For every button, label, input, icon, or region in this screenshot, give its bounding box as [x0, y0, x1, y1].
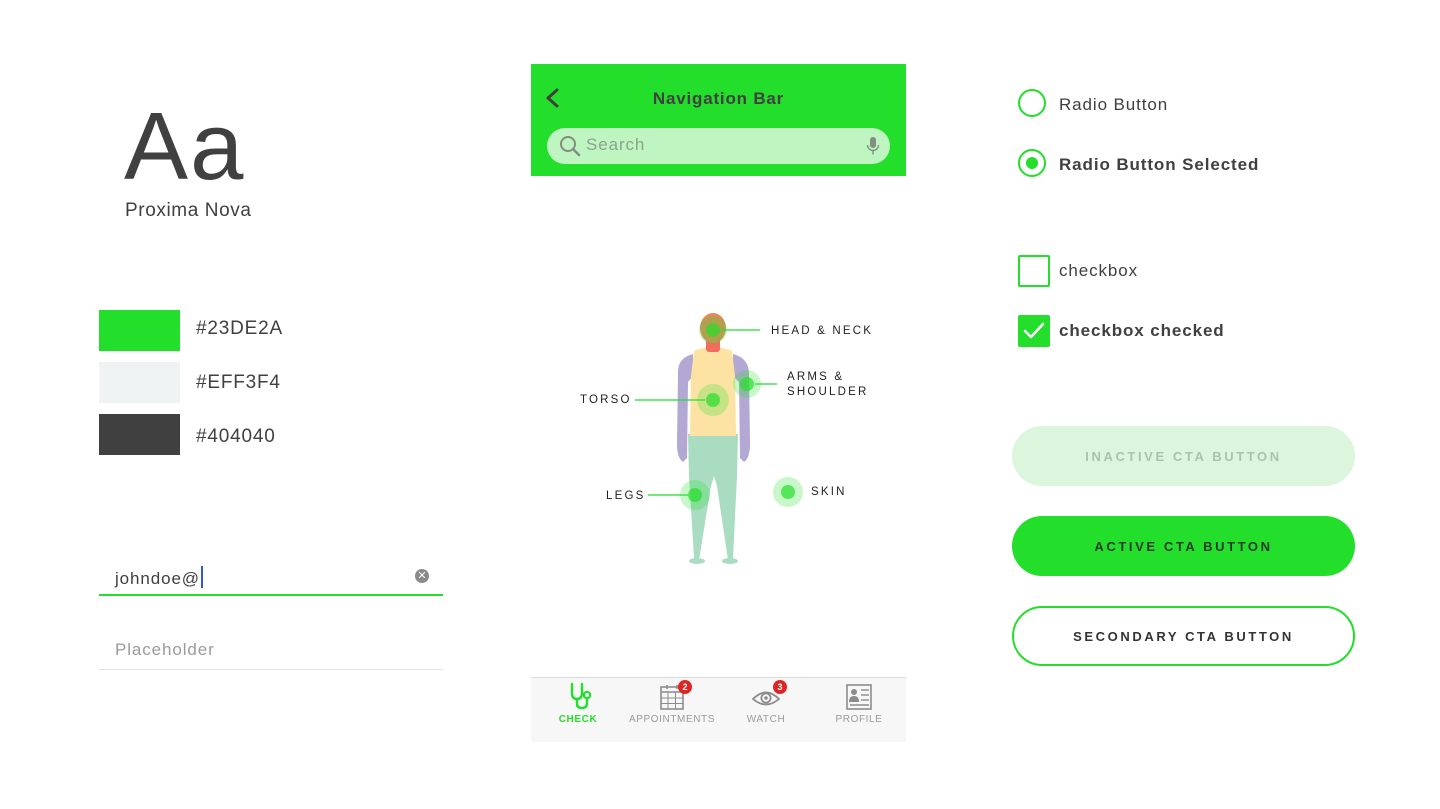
swatch-light — [99, 362, 180, 403]
tab-appointments-label: APPOINTMENTS — [628, 714, 716, 725]
swatch-label-green: #23DE2A — [196, 318, 283, 339]
text-caret — [200, 566, 203, 588]
email-field-value-wrap[interactable]: johndoe@ — [115, 566, 203, 589]
checkbox[interactable] — [1018, 255, 1050, 287]
callout-arms[interactable]: ARMS & SHOULDER — [787, 370, 869, 400]
placeholder-field[interactable] — [99, 636, 443, 670]
profile-card-icon — [846, 684, 872, 710]
typography-sample: Aa — [124, 93, 246, 200]
search-input[interactable] — [586, 135, 856, 155]
search-bar[interactable] — [547, 128, 890, 164]
tab-bar: CHECK 2 APPOINTMENTS 3 WATCH PROFILE — [531, 677, 906, 742]
body-hotspots — [635, 316, 803, 510]
field-underline — [99, 669, 443, 670]
email-field-value: johndoe@ — [115, 569, 200, 588]
callout-head-neck[interactable]: HEAD & NECK — [771, 324, 873, 339]
microphone-icon[interactable] — [866, 136, 880, 156]
callout-skin[interactable]: SKIN — [811, 485, 847, 500]
checkbox-checked[interactable] — [1018, 315, 1050, 347]
swatch-dark — [99, 414, 180, 455]
callout-arms-line1: ARMS & — [787, 371, 845, 383]
checkmark-icon — [1023, 322, 1045, 339]
tab-watch[interactable]: 3 WATCH — [719, 678, 813, 742]
field-underline-active — [99, 594, 443, 596]
body-map: HEAD & NECK ARMS & SHOULDER TORSO LEGS S… — [531, 176, 906, 677]
font-name: Proxima Nova — [125, 200, 252, 221]
radio-button[interactable] — [1018, 89, 1046, 117]
appointments-badge: 2 — [678, 680, 692, 694]
callout-arms-line2: SHOULDER — [787, 386, 869, 398]
callout-torso[interactable]: TORSO — [580, 393, 632, 408]
navigation-bar: Navigation Bar — [531, 64, 906, 176]
swatch-label-light: #EFF3F4 — [196, 372, 281, 393]
active-cta-button[interactable]: ACTIVE CTA BUTTON — [1012, 516, 1355, 576]
swatch-green — [99, 310, 180, 351]
search-icon — [560, 136, 581, 157]
checkbox-label: checkbox — [1059, 261, 1139, 280]
tab-appointments[interactable]: 2 APPOINTMENTS — [625, 678, 719, 742]
placeholder-input[interactable] — [115, 640, 415, 660]
nav-title: Navigation Bar — [652, 89, 785, 108]
swatch-label-dark: #404040 — [196, 426, 276, 447]
hotspot-torso — [635, 384, 729, 416]
stethoscope-icon — [570, 682, 592, 710]
radio-button-selected-label: Radio Button Selected — [1059, 155, 1260, 174]
radio-button-selected[interactable] — [1018, 149, 1046, 177]
clear-icon[interactable]: ✕ — [415, 569, 429, 583]
email-field[interactable]: johndoe@ ✕ — [99, 562, 443, 596]
tab-profile[interactable]: PROFILE — [812, 678, 906, 742]
tab-watch-label: WATCH — [746, 714, 786, 725]
callout-legs[interactable]: LEGS — [606, 489, 645, 504]
checkbox-checked-label: checkbox checked — [1059, 321, 1225, 340]
hotspot-arms — [733, 370, 777, 398]
radio-button-label: Radio Button — [1059, 95, 1169, 114]
tab-check-label: CHECK — [558, 714, 598, 725]
hotspot-legs — [648, 480, 710, 510]
inactive-cta-button[interactable]: INACTIVE CTA BUTTON — [1012, 426, 1355, 486]
secondary-cta-button[interactable]: SECONDARY CTA BUTTON — [1012, 606, 1355, 666]
watch-badge: 3 — [773, 680, 787, 694]
tab-profile-label: PROFILE — [835, 714, 883, 725]
tab-check[interactable]: CHECK — [531, 678, 625, 742]
radio-selected-dot — [1026, 157, 1038, 169]
hotspot-head-neck — [699, 316, 760, 344]
hotspot-skin — [773, 477, 803, 507]
